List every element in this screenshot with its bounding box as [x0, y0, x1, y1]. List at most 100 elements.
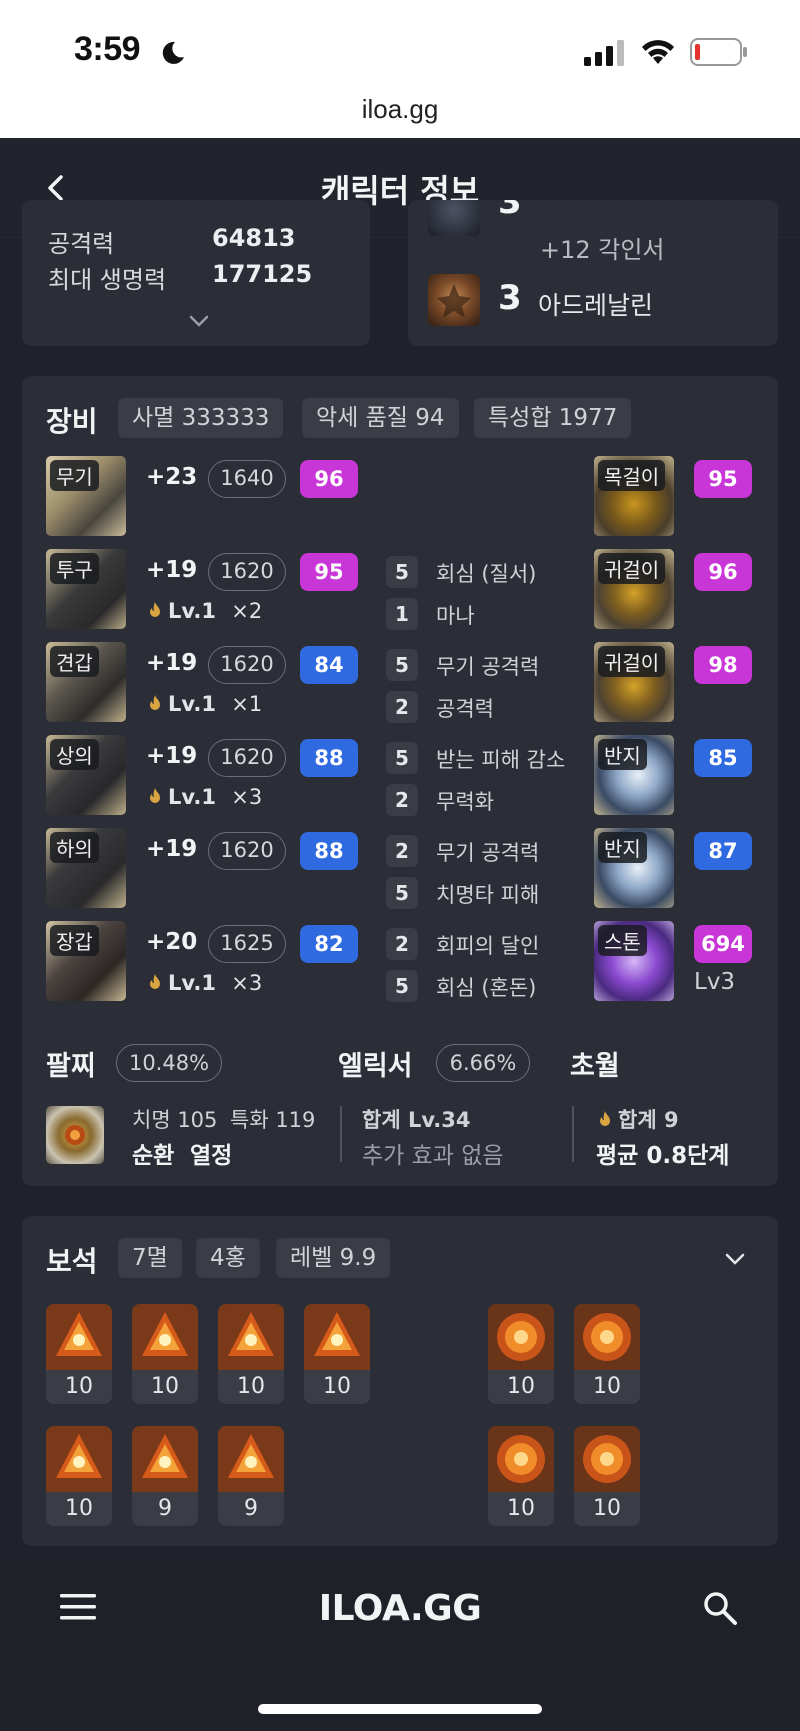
bracelet-title: 팔찌 — [46, 1051, 96, 1082]
armor-icon[interactable]: 하의 — [46, 828, 126, 908]
armor-mult: ×3 — [231, 785, 263, 809]
armor-item-level: 1620 — [208, 739, 286, 777]
armor-slot-label: 무기 — [50, 460, 99, 491]
damage-gem[interactable]: 10 — [46, 1304, 112, 1404]
accessory-slot-label: 스톤 — [598, 925, 647, 956]
gem-level: 10 — [593, 1374, 621, 1399]
divider — [572, 1106, 574, 1162]
gem-level: 10 — [237, 1374, 265, 1399]
armor-slot-label: 투구 — [50, 553, 99, 584]
bracelet-stat: 치명 105 — [132, 1108, 218, 1132]
gems-card: 보석 7멸 4홍 레벨 9.9 10 10 10 10 10 9 9 10 10… — [22, 1216, 778, 1546]
accessory-icon[interactable]: 귀걸이 — [594, 549, 674, 629]
accessory-quality: 85 — [694, 739, 752, 777]
elixir-title: 엘릭서 — [338, 1051, 413, 1082]
effect-name: 공격력 — [436, 697, 494, 721]
armor-icon[interactable]: 상의 — [46, 735, 126, 815]
home-indicator — [258, 1704, 542, 1714]
armor-item-level: 1620 — [208, 553, 286, 591]
armor-mult: ×3 — [231, 971, 263, 995]
armor-slot-label: 상의 — [50, 739, 99, 770]
effect-count: 2 — [386, 784, 418, 816]
brand-logo[interactable]: ILOA.GG — [0, 1588, 800, 1629]
effect-count: 5 — [386, 877, 418, 909]
armor-slot-label: 장갑 — [50, 925, 99, 956]
damage-gem[interactable]: 10 — [304, 1304, 370, 1404]
chevron-down-icon[interactable] — [188, 314, 210, 328]
cooldown-gem[interactable]: 10 — [488, 1426, 554, 1526]
armor-elixir-level: Lv.1 ×1 — [146, 692, 262, 716]
effect-name: 받는 피해 감소 — [436, 748, 566, 772]
engravings-card: 3 +12 각인서 3 아드레날린 — [408, 200, 778, 346]
url-text[interactable]: iloa.gg — [0, 94, 800, 125]
armor-elixir-level: Lv.1 ×3 — [146, 785, 262, 809]
accessory-icon[interactable]: 스톤 — [594, 921, 674, 1001]
accessory-quality: 96 — [694, 553, 752, 591]
armor-item-level: 1620 — [208, 832, 286, 870]
damage-gem[interactable]: 10 — [218, 1304, 284, 1404]
damage-gem[interactable]: 9 — [218, 1426, 284, 1526]
effect-count: 1 — [386, 598, 418, 630]
accessory-quality: 87 — [694, 832, 752, 870]
armor-item-level: 1620 — [208, 646, 286, 684]
signal-icon — [584, 40, 624, 66]
gem-level: 10 — [65, 1374, 93, 1399]
accessory-icon[interactable]: 귀걸이 — [594, 642, 674, 722]
summary-chip: 사멸 333333 — [118, 398, 284, 438]
adrenaline-icon — [428, 274, 480, 326]
cooldown-gem[interactable]: 10 — [488, 1304, 554, 1404]
wifi-icon — [642, 40, 674, 64]
armor-icon[interactable]: 투구 — [46, 549, 126, 629]
engraving-name: +12 각인서 — [540, 236, 665, 264]
flame-icon — [150, 602, 160, 617]
effect-count: 2 — [386, 691, 418, 723]
damage-gem[interactable]: 10 — [46, 1426, 112, 1526]
chevron-down-icon[interactable] — [724, 1252, 746, 1266]
armor-mult: ×2 — [231, 599, 263, 623]
accessory-icon[interactable]: 목걸이 — [594, 456, 674, 536]
divider — [340, 1106, 342, 1162]
stone-level: Lv3 — [694, 969, 736, 995]
effect-name: 무기 공격력 — [436, 841, 540, 865]
bracelet-icon[interactable] — [46, 1106, 104, 1164]
armor-icon[interactable]: 견갑 — [46, 642, 126, 722]
accessory-icon[interactable]: 반지 — [594, 735, 674, 815]
damage-gem[interactable]: 9 — [132, 1426, 198, 1526]
accessory-slot-label: 귀걸이 — [598, 553, 666, 584]
accessory-quality: 95 — [694, 460, 752, 498]
armor-lv: Lv.1 — [168, 971, 216, 995]
elixir-extra: 추가 효과 없음 — [362, 1143, 504, 1169]
effect-name: 회피의 달인 — [436, 934, 540, 958]
armor-lv: Lv.1 — [168, 692, 216, 716]
armor-icon[interactable]: 무기 — [46, 456, 126, 536]
accessory-quality: 694 — [694, 925, 752, 963]
armor-item-level: 1625 — [208, 925, 286, 963]
armor-icon[interactable]: 장갑 — [46, 921, 126, 1001]
bracelet-effect: 순환 — [132, 1143, 175, 1169]
cooldown-gem[interactable]: 10 — [574, 1304, 640, 1404]
accessory-slot-label: 반지 — [598, 832, 647, 863]
accessory-icon[interactable]: 반지 — [594, 828, 674, 908]
engraving-name: 아드레날린 — [538, 291, 654, 320]
gem-chip: 4홍 — [196, 1238, 260, 1278]
stats-card: 공격력 64813 최대 생명력 177125 — [22, 200, 370, 346]
transcend-total-text: 합계 9 — [618, 1108, 679, 1132]
engraving-icon — [428, 200, 480, 236]
accessory-slot-label: 목걸이 — [598, 460, 666, 491]
effect-name: 치명타 피해 — [436, 883, 540, 907]
elixir-total: 합계 Lv.34 — [362, 1108, 471, 1132]
effect-count: 5 — [386, 649, 418, 681]
stat-value-hp: 177125 — [212, 260, 313, 288]
bracelet-pct: 10.48% — [116, 1044, 222, 1082]
cooldown-gem[interactable]: 10 — [574, 1426, 640, 1526]
damage-gem[interactable]: 10 — [132, 1304, 198, 1404]
armor-upgrade: +19 — [146, 743, 198, 769]
armor-lv: Lv.1 — [168, 599, 216, 623]
armor-upgrade: +20 — [146, 929, 198, 955]
effect-name: 무력화 — [436, 790, 494, 814]
engraving-level: 3 — [498, 278, 522, 318]
flame-icon — [150, 695, 160, 710]
armor-quality: 88 — [300, 739, 358, 777]
bracelet-stat: 특화 119 — [230, 1108, 316, 1132]
effect-count: 2 — [386, 928, 418, 960]
